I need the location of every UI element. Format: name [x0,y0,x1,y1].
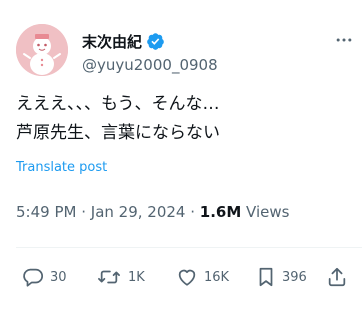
share-icon [326,266,348,288]
meta-separator: · [76,203,91,221]
heart-icon [176,266,198,288]
reply-icon [22,266,44,288]
bookmark-button[interactable]: 396 [256,262,307,292]
reply-count: 30 [50,269,67,285]
bookmark-count: 396 [282,269,307,285]
like-button[interactable]: 16K [176,262,229,292]
action-bar: 30 1K 16K 396 [0,262,362,292]
reply-button[interactable]: 30 [22,262,67,292]
translate-post-link[interactable]: Translate post [16,160,107,175]
tweet-date[interactable]: Jan 29, 2024 [91,203,186,221]
tweet-header: 末次由紀 @yuyu2000_0908 [16,24,362,76]
tweet-detail: 末次由紀 @yuyu2000_0908 えええ、、、もう、そんな… 芦原先生、言… [0,0,362,320]
views-label: Views [241,203,290,221]
retweet-icon [96,266,122,288]
bookmark-icon [256,266,276,288]
meta-separator: · [185,203,200,221]
verified-badge-icon[interactable] [146,32,165,51]
tweet-text: えええ、、、もう、そんな… 芦原先生、言葉にならない [16,94,220,143]
author-names: 末次由紀 @yuyu2000_0908 [82,30,218,75]
like-count: 16K [204,269,230,285]
tweet-time[interactable]: 5:49 PM [16,203,76,221]
retweet-button[interactable]: 1K [96,262,145,292]
snowman-avatar-icon[interactable] [16,24,68,76]
tweet-meta: 5:49 PM · Jan 29, 2024 · 1.6M Views [16,203,289,221]
author-handle[interactable]: @yuyu2000_0908 [82,56,218,74]
views-count: 1.6M [199,203,242,221]
more-options-icon[interactable] [332,28,356,52]
author-display-name[interactable]: 末次由紀 [82,31,142,52]
display-name-row: 末次由紀 [82,30,218,52]
share-button[interactable] [326,262,348,292]
retweet-count: 1K [128,269,145,285]
divider [16,247,362,248]
